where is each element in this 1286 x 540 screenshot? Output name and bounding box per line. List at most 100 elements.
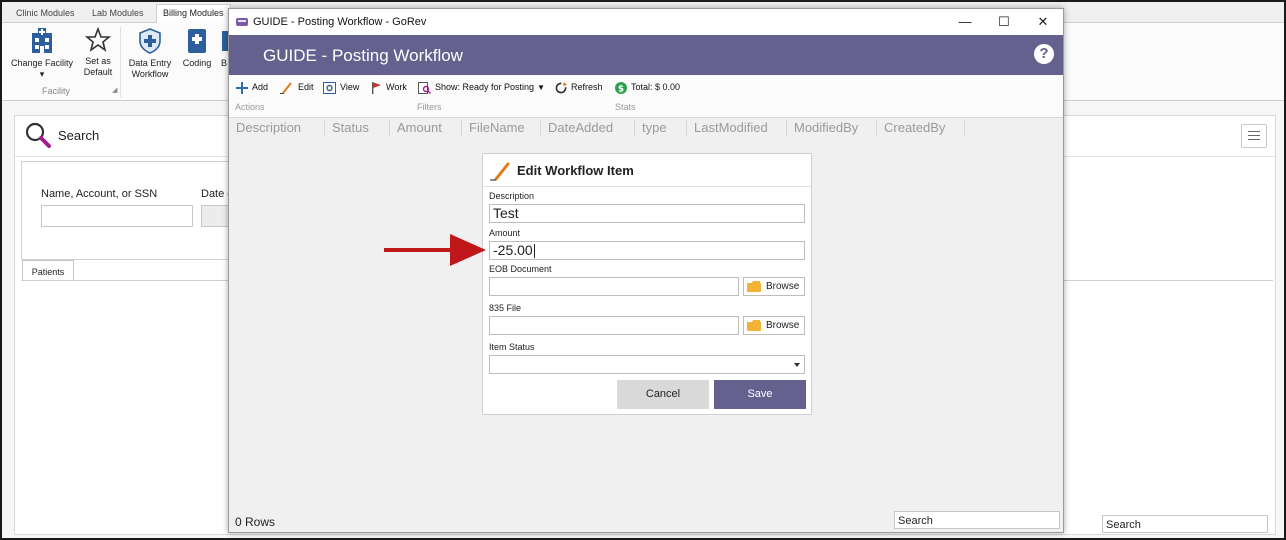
expand-icon[interactable]: ◢ (112, 86, 117, 94)
amount-label: Amount (489, 228, 521, 238)
search-filter-box: Name, Account, or SSN Date o (21, 161, 238, 260)
file-835-browse-button[interactable]: Browse (743, 316, 805, 335)
set-default-label-2: Default (83, 67, 113, 77)
book-icon (188, 29, 206, 53)
column-header-filename[interactable]: FileName (462, 119, 541, 137)
facility-icon (32, 28, 52, 53)
set-default-label-1: Set as (85, 56, 111, 66)
menu-icon[interactable] (1241, 124, 1267, 148)
window-title: GUIDE - Posting Workflow - GoRev (253, 16, 427, 28)
amount-input[interactable]: -25.00 (489, 241, 805, 260)
refresh-label: Refresh (571, 82, 603, 92)
name-account-ssn-label: Name, Account, or SSN (41, 188, 158, 200)
name-account-ssn-input[interactable] (41, 205, 193, 227)
flag-icon (372, 81, 381, 94)
data-entry-label-1: Data Entry (128, 58, 172, 68)
file-835-browse-label: Browse (766, 320, 800, 331)
tab-clinic-modules[interactable]: Clinic Modules (10, 5, 81, 22)
data-entry-label-2: Workflow (131, 69, 169, 79)
edit-workflow-item-dialog: Edit Workflow Item Description Test Amou… (482, 153, 812, 415)
show-filter-label: Show: Ready for Posting (435, 82, 535, 92)
dialog-header: Edit Workflow Item (483, 154, 811, 187)
grid-footer: 0 Rows Search (229, 510, 1063, 532)
eob-document-input[interactable] (489, 277, 739, 296)
filters-section-label: Filters (417, 102, 442, 112)
folder-icon (747, 280, 761, 292)
change-facility-button[interactable]: Change Facility ▾ (8, 27, 76, 80)
posting-workflow-window: GUIDE - Posting Workflow - GoRev — ☐ ✕ G… (228, 8, 1064, 533)
view-label: View (340, 82, 360, 92)
screen-frame: Clinic Modules Lab Modules Billing Modul… (0, 0, 1286, 540)
refresh-button[interactable]: Refresh (555, 80, 603, 94)
banner-title: GUIDE - Posting Workflow (263, 46, 463, 65)
tab-patients[interactable]: Patients (22, 260, 74, 281)
grid-search-input[interactable]: Search (894, 511, 1060, 529)
set-default-button[interactable]: Set as Default (80, 27, 116, 78)
close-button[interactable]: ✕ (1023, 9, 1063, 35)
background-search-input[interactable]: Search (1102, 515, 1268, 533)
show-filter-dropdown[interactable]: Show: Ready for Posting ▼ (418, 80, 545, 94)
column-header-type[interactable]: type (635, 119, 687, 137)
eob-browse-button[interactable]: Browse (743, 277, 805, 296)
chevron-down-icon: ▼ (537, 83, 545, 92)
ribbon-group-facility: Facility (42, 86, 71, 96)
column-header-lastmodified[interactable]: LastModified (687, 119, 787, 137)
column-header-modifiedby[interactable]: ModifiedBy (787, 119, 877, 137)
total-stat: $ Total: $ 0.00 (615, 80, 680, 94)
add-button[interactable]: Add (236, 80, 268, 94)
minimize-button[interactable]: — (945, 9, 985, 35)
toolbar: Add Edit View Work Show: Ready for Posti… (229, 75, 1063, 118)
ribbon-separator (120, 27, 121, 97)
plus-icon (236, 81, 248, 94)
add-label: Add (252, 82, 269, 92)
edit-button[interactable]: Edit (280, 80, 314, 94)
coding-button[interactable]: Coding (180, 27, 214, 69)
row-count: 0 Rows (235, 515, 276, 529)
pencil-icon (280, 82, 292, 94)
filter-search-icon (418, 81, 431, 94)
tab-lab-modules[interactable]: Lab Modules (86, 5, 150, 22)
text-cursor (533, 244, 535, 259)
shield-clipboard-icon (139, 28, 161, 54)
refresh-icon (555, 81, 567, 94)
change-facility-label: Change Facility (10, 58, 74, 68)
dollar-icon: $ (615, 81, 627, 94)
folder-icon (747, 319, 761, 331)
pencil-icon (490, 162, 510, 181)
view-icon (323, 81, 336, 94)
title-bar: GUIDE - Posting Workflow - GoRev — ☐ ✕ (229, 9, 1063, 35)
work-button[interactable]: Work (371, 80, 407, 94)
maximize-button[interactable]: ☐ (984, 9, 1024, 35)
cancel-button[interactable]: Cancel (617, 380, 709, 409)
amount-value: -25.00 (493, 242, 533, 258)
item-status-select[interactable] (489, 355, 805, 374)
search-title: Search (58, 128, 100, 143)
description-input[interactable]: Test (489, 204, 805, 223)
partial-ribbon-label: B (220, 58, 227, 68)
header-banner: GUIDE - Posting Workflow ? (229, 35, 1063, 75)
annotation-arrow-icon (384, 234, 486, 266)
item-status-label: Item Status (489, 342, 535, 352)
file-835-input[interactable] (489, 316, 739, 335)
eob-browse-label: Browse (766, 281, 800, 292)
coding-label: Coding (182, 58, 212, 68)
actions-section-label: Actions (235, 102, 265, 112)
save-button[interactable]: Save (714, 380, 806, 409)
star-icon (85, 27, 111, 52)
column-header-dateadded[interactable]: DateAdded (541, 119, 635, 137)
chevron-down-icon (794, 363, 800, 367)
data-entry-workflow-button[interactable]: Data Entry Workflow (126, 27, 174, 80)
column-header-amount[interactable]: Amount (390, 119, 462, 137)
description-label: Description (489, 191, 535, 201)
file-835-label: 835 File (489, 303, 522, 313)
search-icon (25, 122, 51, 148)
edit-label: Edit (298, 82, 314, 92)
svg-text:$: $ (618, 84, 624, 94)
column-header-status[interactable]: Status (325, 119, 390, 137)
work-label: Work (386, 82, 407, 92)
view-button[interactable]: View (323, 80, 359, 94)
column-header-description[interactable]: Description (229, 119, 325, 137)
column-header-createdby[interactable]: CreatedBy (877, 119, 965, 137)
help-icon[interactable]: ? (1034, 44, 1054, 64)
tab-billing-modules[interactable]: Billing Modules (156, 4, 231, 23)
